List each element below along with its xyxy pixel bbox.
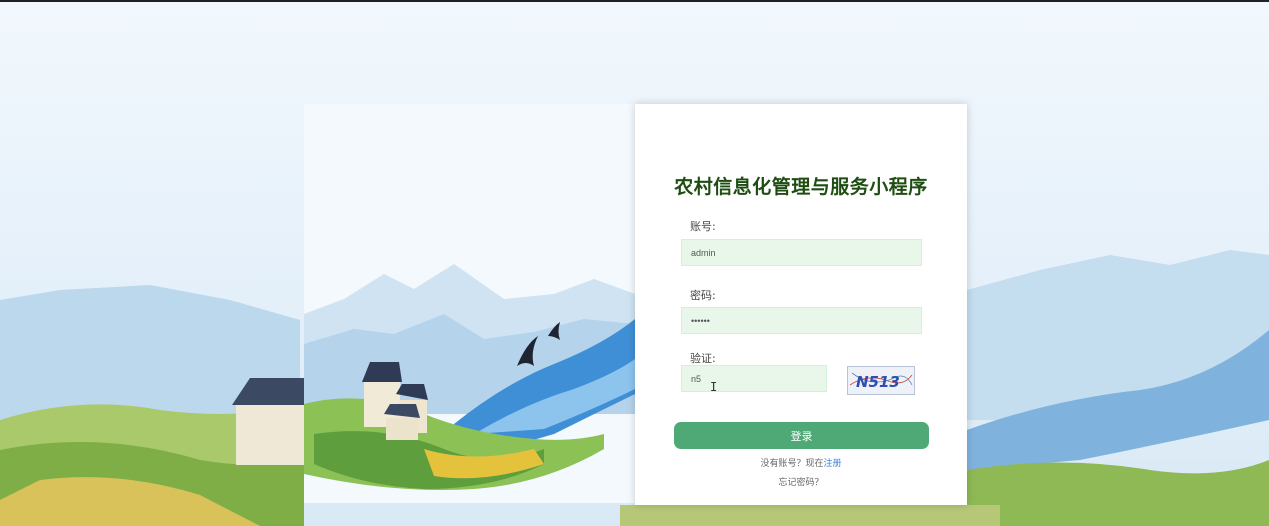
password-label: 密码: <box>690 289 716 302</box>
password-input[interactable] <box>681 307 922 334</box>
captcha-image[interactable]: N513 <box>847 366 915 395</box>
captcha-text: N513 <box>856 373 900 391</box>
login-card: 农村信息化管理与服务小程序 账号: 密码: 验证: I N513 登录 没有账号… <box>635 104 967 505</box>
text-cursor-icon: I <box>710 380 718 394</box>
register-prompt: 没有账号？现在 <box>760 459 824 469</box>
captcha-input[interactable] <box>681 365 827 392</box>
account-input[interactable] <box>681 239 922 266</box>
account-label: 账号: <box>690 220 716 233</box>
app-title: 农村信息化管理与服务小程序 <box>674 176 928 198</box>
window-top-border <box>0 0 1269 2</box>
register-link[interactable]: 注册 <box>824 459 842 469</box>
register-line: 没有账号？现在注册 <box>635 456 967 469</box>
captcha-label: 验证: <box>690 352 716 365</box>
captcha-graphic: N513 <box>849 372 913 391</box>
landscape-illustration <box>304 104 635 503</box>
login-button[interactable]: 登录 <box>674 422 929 449</box>
illustration-panel <box>304 104 635 503</box>
forgot-password-link[interactable]: 忘记密码？ <box>635 475 967 488</box>
